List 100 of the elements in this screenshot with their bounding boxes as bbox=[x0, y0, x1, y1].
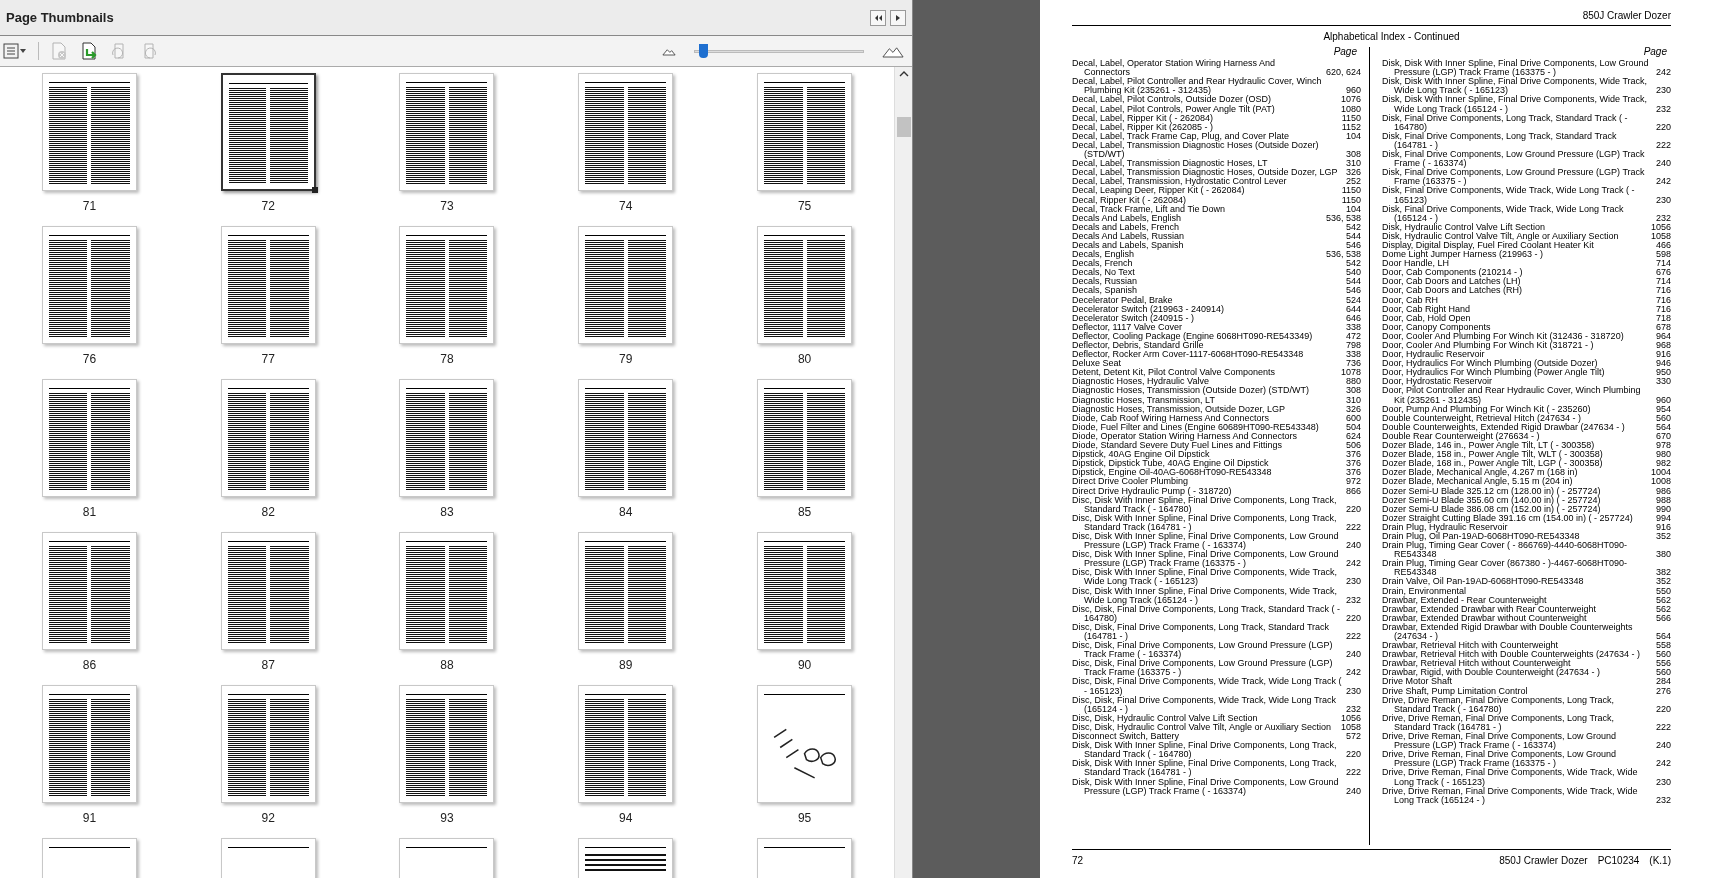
page-reference: 716 bbox=[1654, 286, 1671, 296]
index-entry: Decal, Leaping Deer, Ripper Kit ( - 262084) bbox=[1072, 186, 1246, 196]
page-reference: 222 bbox=[1654, 140, 1671, 151]
index-entry: Decal, Label, Operator Station Wiring Harness And Connectors bbox=[1072, 59, 1277, 78]
index-entry: Drain, Environmental bbox=[1382, 586, 1468, 596]
index-entry: Door, Cooler And Plumbing For Winch Kit (318721 - ) bbox=[1382, 341, 1594, 351]
page-number-label: 75 bbox=[797, 200, 812, 212]
page-reference: 544 bbox=[1344, 277, 1361, 287]
page-number-label: 94 bbox=[619, 812, 633, 824]
page-reference: 954 bbox=[1654, 404, 1671, 414]
index-entry: Door, Pump And Plumbing For Winch Kit ( - 235260) bbox=[1382, 404, 1592, 414]
index-entry: Diode, Fuel Filter and Lines (Engine 60689HT090-RE543348) bbox=[1072, 422, 1320, 432]
page-reference: 550 bbox=[1654, 586, 1671, 596]
index-entry: Decal, Label, Transmission Diagnostic Hoses, Outside Dozer, LGP bbox=[1072, 168, 1339, 178]
index-entry: Diode, Standard Severe Duty Fuel Lines and Fittings bbox=[1072, 441, 1284, 451]
scroll-up-icon[interactable] bbox=[898, 71, 909, 77]
thumbnail-size-slider[interactable] bbox=[694, 44, 864, 58]
index-entry: Drawbar, Extended Rigid Drawbar with Double Counterweights (247634 - ) bbox=[1382, 622, 1634, 642]
page-reference: 230 bbox=[1654, 777, 1671, 787]
page-number-label: 72 bbox=[261, 200, 275, 212]
index-entry: Drive Shaft, Pump Limitation Control bbox=[1382, 686, 1529, 696]
index-entry: Dozer Blade, 146 in., Power Angle Tilt, LT ( - 300358) bbox=[1382, 441, 1595, 451]
index-entry: Detent, Detent Kit, Pilot Control Valve Components bbox=[1072, 368, 1276, 378]
page-reference: 230 bbox=[1654, 195, 1671, 205]
page-reference: 542 bbox=[1344, 222, 1361, 232]
page-reference: 620, 624 bbox=[1324, 68, 1361, 78]
page-reference: 546 bbox=[1344, 240, 1361, 251]
page-reference: 714 bbox=[1654, 277, 1671, 287]
index-entry: Diagnostic Hoses, Transmission (Outside Dozer) (STD/WT) bbox=[1072, 386, 1311, 396]
page-reference: 310 bbox=[1344, 159, 1361, 169]
options-menu-button[interactable] bbox=[2, 43, 28, 59]
page-reference: 222 bbox=[1344, 768, 1361, 778]
index-entry: Decelerator Switch (240915 - ) bbox=[1072, 313, 1195, 323]
index-entry: Disk, Final Drive Components, Wide Track, Wide Long Track ( - 165123) bbox=[1382, 186, 1636, 205]
index-entry: Disk, Hydraulic Control Valve Lift Section bbox=[1382, 222, 1546, 232]
insert-pages-icon[interactable] bbox=[79, 41, 99, 61]
index-entry: Decals And Labels, Russian bbox=[1072, 231, 1186, 241]
index-entry: Dozer Blade, 168 in., Power Angle Tilt, LGP ( - 300358) bbox=[1382, 459, 1604, 469]
index-entry: Deflector, Cooling Package (Engine 6068HT090-RE543349) bbox=[1072, 331, 1314, 341]
index-entry: Disc, Disk, Final Drive Components, Long Track, Standard Track (164781 - ) bbox=[1072, 622, 1330, 642]
expand-button[interactable] bbox=[890, 9, 906, 26]
page-reference: 1004 bbox=[1649, 468, 1671, 478]
scroll-thumb[interactable] bbox=[896, 117, 911, 137]
page-reference: 1078 bbox=[1339, 368, 1361, 378]
index-entry: Disc, Disk With Inner Spline, Final Drive Components, Wide Track, Wide Long Track (165124 - ) bbox=[1072, 586, 1339, 605]
index-entry: Decal, Label, Pilot Controller and Rear Hydraulic Cover, Winch Plumbing Kit (235261 - 312435) bbox=[1072, 77, 1323, 96]
page-reference: 310 bbox=[1344, 395, 1361, 405]
page-reference: 220 bbox=[1654, 704, 1671, 714]
index-entry: Diagnostic Hoses, Transmission, Outside Dozer, LGP bbox=[1072, 404, 1287, 414]
page-reference: 982 bbox=[1654, 459, 1671, 469]
index-entry: Drawbar, Retrieval Hitch with Double Counterweights (247634 - ) bbox=[1382, 650, 1642, 660]
page-reference: 670 bbox=[1654, 431, 1671, 442]
page-reference: 598 bbox=[1654, 250, 1671, 260]
index-entry: Decal, Ripper Kit ( - 262084) bbox=[1072, 195, 1187, 205]
slider-thumb[interactable] bbox=[698, 44, 708, 58]
page-reference: 964 bbox=[1654, 331, 1671, 341]
index-entry: Disconnect Switch, Battery bbox=[1072, 732, 1180, 742]
page-number-label: 86 bbox=[82, 659, 97, 671]
index-entry: Door, Cab, Hold Open bbox=[1382, 313, 1471, 323]
index-entry: Door, Hydraulic Reservoir bbox=[1382, 350, 1485, 360]
page-reference: 220 bbox=[1654, 122, 1671, 132]
page-reference: 716 bbox=[1654, 295, 1671, 305]
index-entry: Disc, Disk, Final Drive Components, Wide Track, Wide Long Track ( - 165123) bbox=[1072, 677, 1342, 696]
index-entry: Disc, Disk, Final Drive Components, Long Track, Standard Track ( - 164780) bbox=[1072, 604, 1342, 623]
index-entry: Decal, Label, Ripper Kit (262085 - ) bbox=[1072, 122, 1214, 132]
index-entry: Double Rear Counterweight (276634 - ) bbox=[1382, 431, 1540, 442]
index-entry: Decal, Label, Transmission Diagnostic Hoses (Outside Dozer) (STD/WT) bbox=[1072, 140, 1320, 160]
page-number-label: 95 bbox=[797, 812, 812, 824]
large-thumbnails-icon[interactable] bbox=[882, 44, 904, 58]
page-reference: 950 bbox=[1654, 368, 1671, 378]
index-entry: Drain Plug, Hydraulic Reservoir bbox=[1382, 522, 1509, 532]
page-reference: 330 bbox=[1654, 377, 1671, 387]
page-reference: 230 bbox=[1654, 86, 1671, 96]
index-entry: Drive, Drive Reman, Final Drive Components, Wide Track, Wide Long Track (165124 - ) bbox=[1382, 786, 1639, 805]
page-number-label: 92 bbox=[261, 812, 275, 824]
page-reference: 338 bbox=[1344, 322, 1361, 332]
index-entry: Disc, Disk With Inner Spline, Final Drive Components, Long Track, Standard Track (164781 - ) bbox=[1072, 513, 1337, 532]
page-reference: 1152 bbox=[1340, 122, 1361, 132]
small-thumbnails-icon[interactable] bbox=[662, 46, 676, 56]
page-reference: 560 bbox=[1654, 413, 1671, 423]
index-entry: Door, Cab Doors and Latches (RH) bbox=[1382, 286, 1524, 296]
page-number-label: 85 bbox=[797, 506, 812, 518]
page-reference: 646 bbox=[1344, 313, 1361, 323]
index-entry: Drain Valve, Oil Pan-19AD-6068HT090-RE543348 bbox=[1382, 577, 1585, 587]
index-entry: Diagnostic Hoses, Hydraulic Valve bbox=[1072, 377, 1209, 387]
page-number-label: 80 bbox=[797, 353, 812, 365]
index-entry: Drawbar, Extended Drawbar with Rear Counterweight bbox=[1382, 604, 1598, 614]
page-column-heading: Page bbox=[1643, 47, 1667, 57]
page-number-label: 88 bbox=[440, 659, 454, 671]
collapse-button[interactable] bbox=[870, 9, 886, 26]
index-entry: Decal, Label, Transmission, Hydrostatic Control Lever bbox=[1072, 177, 1288, 187]
page-number-label: 87 bbox=[261, 659, 275, 671]
index-entry: Decals, Spanish bbox=[1072, 286, 1138, 296]
page-thumbnail[interactable] bbox=[220, 73, 316, 191]
index-entry: Dozer Semi-U Blade 386.08 cm (152.00 in) ( - 257724) bbox=[1382, 504, 1601, 514]
index-entry: Door, Cab Right Hand bbox=[1382, 304, 1472, 314]
scrollbar[interactable] bbox=[894, 67, 912, 878]
index-entry: Disk, Disk With Inner Spline, Final Drive Components, Long Track, Standard Track (164781 - ) bbox=[1072, 759, 1337, 778]
page-reference: 798 bbox=[1344, 341, 1361, 351]
page-reference: 230 bbox=[1344, 577, 1361, 587]
